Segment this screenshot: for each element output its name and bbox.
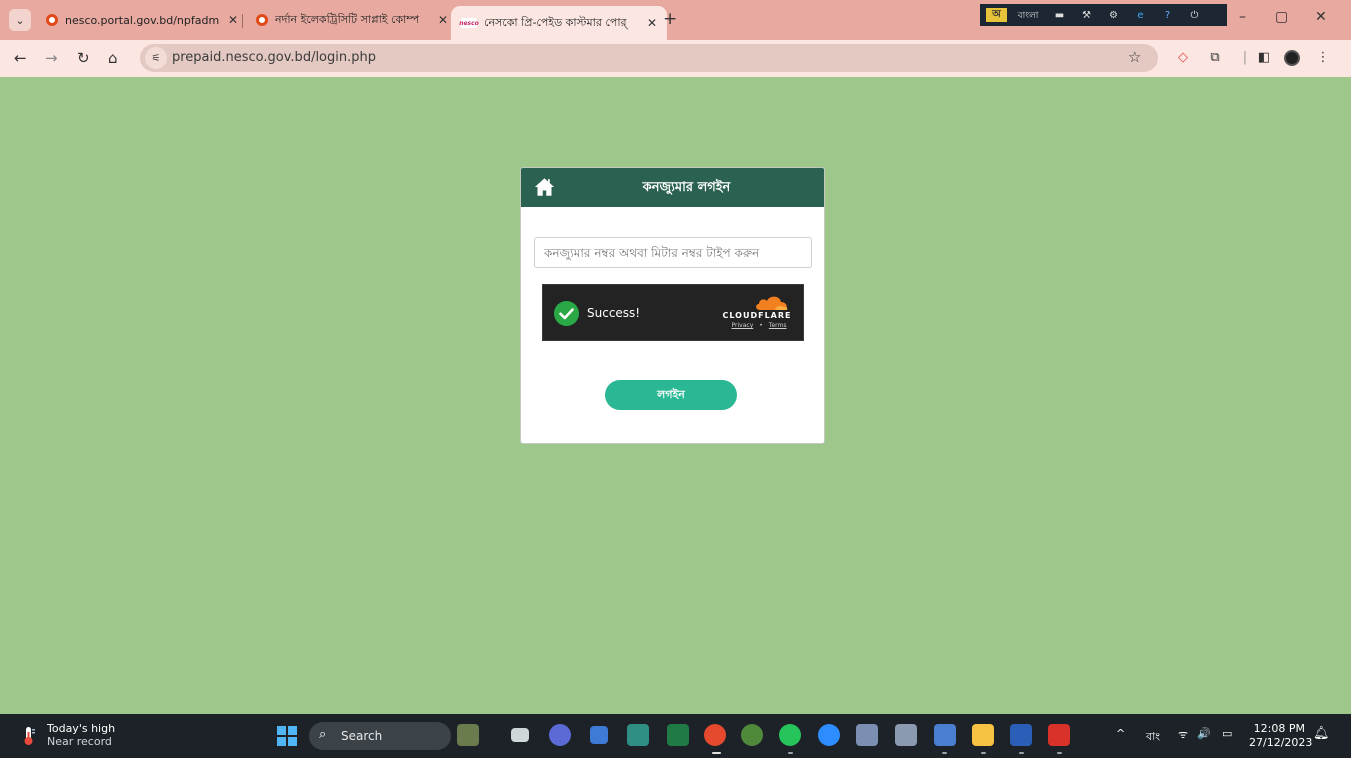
tab-northern-electricity[interactable]: নর্দান ইলেকট্রিসিটি সাপ্লাই কোম্প ✕ xyxy=(246,6,458,34)
login-card: কনজ্যুমার লগইন Success! CLOUDFLARE Priva… xyxy=(520,167,825,444)
keyboard-icon[interactable]: ▬ xyxy=(1049,8,1070,22)
weather-subtitle[interactable]: Near record xyxy=(47,735,112,748)
maximize-button[interactable]: ▢ xyxy=(1275,9,1288,25)
input-language[interactable]: বাং xyxy=(1146,728,1160,747)
snipping-tool-icon[interactable] xyxy=(856,724,878,746)
home-icon[interactable]: ⌂ xyxy=(108,49,118,67)
tab-close-icon[interactable]: ✕ xyxy=(647,16,657,30)
show-hidden-icons-chevron-icon[interactable]: ^ xyxy=(1116,727,1125,740)
back-arrow-icon[interactable]: ← xyxy=(14,49,27,67)
whatsapp-icon[interactable] xyxy=(779,724,801,746)
bookmark-star-icon[interactable]: ☆ xyxy=(1128,48,1141,66)
start-button[interactable] xyxy=(277,726,297,746)
browser-toolbar: ← → ↻ ⌂ ⚟ prepaid.nesco.gov.bd/login.php… xyxy=(0,40,1351,77)
word-icon[interactable] xyxy=(1010,724,1032,746)
task-view-icon[interactable] xyxy=(511,728,529,742)
power-icon[interactable]: ⏻ xyxy=(1184,8,1205,22)
profile-avatar[interactable] xyxy=(1284,50,1300,66)
excel-icon[interactable] xyxy=(667,724,689,746)
menu-kebab-icon[interactable]: ⋮ xyxy=(1315,49,1331,65)
network-app-icon[interactable] xyxy=(590,726,608,744)
tab-close-icon[interactable]: ✕ xyxy=(438,13,448,27)
bangla-input-icon[interactable]: অ xyxy=(986,8,1007,22)
login-card-header: কনজ্যুমার লগইন xyxy=(521,168,824,207)
cloudflare-captcha-widget[interactable]: Success! CLOUDFLARE Privacy • Terms xyxy=(542,284,804,341)
cloudflare-cloud-icon xyxy=(756,296,788,310)
file-transfer-icon[interactable] xyxy=(627,724,649,746)
opera-favicon-icon xyxy=(256,14,268,26)
search-icon: ⌕ xyxy=(319,727,327,742)
url-text[interactable]: prepaid.nesco.gov.bd/login.php xyxy=(172,50,376,65)
tab-nesco-portal[interactable]: nesco.portal.gov.bd/npfadmin/ ✕ xyxy=(36,6,248,34)
tool-icon[interactable]: ⚒ xyxy=(1076,8,1097,22)
extensions-puzzle-icon[interactable]: ⧉ xyxy=(1207,49,1223,65)
opera-favicon-icon xyxy=(46,14,58,26)
meet-chat-icon[interactable] xyxy=(549,724,571,746)
settings-icon[interactable]: ⚙ xyxy=(1103,8,1124,22)
help-icon[interactable]: ? xyxy=(1157,8,1178,22)
taskbar-search[interactable]: ⌕ Search xyxy=(309,722,451,750)
check-circle-icon xyxy=(554,301,579,326)
thermometer-icon[interactable] xyxy=(22,726,36,746)
consumer-number-input[interactable] xyxy=(534,237,812,268)
address-bar[interactable]: ⚟ prepaid.nesco.gov.bd/login.php ☆ xyxy=(140,44,1158,72)
captcha-links: Privacy • Terms xyxy=(725,322,793,329)
notification-bell-icon[interactable]: 🔔︎ xyxy=(1313,726,1330,741)
close-window-button[interactable]: ✕ xyxy=(1315,9,1327,25)
remote-desktop-icon[interactable] xyxy=(934,724,956,746)
wifi-icon[interactable]: ᯤ xyxy=(1178,727,1188,742)
copy-app-icon[interactable] xyxy=(895,724,917,746)
tab-separator xyxy=(242,14,243,28)
reload-icon[interactable]: ↻ xyxy=(77,49,90,67)
link-separator: • xyxy=(759,322,763,329)
battery-icon[interactable]: ▭ xyxy=(1222,727,1232,740)
tab-nesco-prepaid[interactable]: nesco নেসকো প্রি-পেইড কাস্টমার পোর্ ✕ xyxy=(451,6,668,40)
minimize-button[interactable]: – xyxy=(1239,9,1246,25)
volume-icon[interactable]: 🔊 xyxy=(1197,727,1211,740)
zoom-icon[interactable] xyxy=(818,724,840,746)
login-button[interactable]: লগইন xyxy=(605,380,737,410)
chevron-down-icon: ⌄ xyxy=(15,13,25,27)
cloudflare-logo-text: CLOUDFLARE xyxy=(722,311,792,320)
taskbar: Today's high Near record ⌕ Search ^ বাং … xyxy=(0,714,1351,758)
pdf-reader-icon[interactable] xyxy=(1048,724,1070,746)
terms-link[interactable]: Terms xyxy=(769,322,787,329)
tab-close-icon[interactable]: ✕ xyxy=(228,13,238,27)
tab-title: nesco.portal.gov.bd/npfadmin/ xyxy=(65,13,220,27)
captcha-status: Success! xyxy=(587,306,641,320)
forward-arrow-icon[interactable]: → xyxy=(45,49,58,67)
weather-title[interactable]: Today's high xyxy=(47,722,115,735)
privacy-link[interactable]: Privacy xyxy=(732,322,754,329)
windows-logo-icon xyxy=(277,726,286,735)
search-label: Search xyxy=(341,729,383,743)
tab-title: নেসকো প্রি-পেইড কাস্টমার পোর্ xyxy=(484,15,627,29)
clock-date[interactable]: 27/12/2023 xyxy=(1249,736,1312,749)
clock-time[interactable]: 12:08 PM xyxy=(1253,722,1305,735)
chrome-icon[interactable] xyxy=(704,724,726,746)
edge-icon[interactable]: e xyxy=(1130,8,1151,22)
login-title: কনজ্যুমার লগইন xyxy=(642,180,731,195)
nesco-favicon-icon: nesco xyxy=(459,18,479,28)
toolbar-divider: | xyxy=(1242,49,1248,65)
system-tray-overlay: অ বাংলা ▬ ⚒ ⚙ e ? ⏻ xyxy=(980,4,1227,26)
site-info-icon[interactable]: ⚟ xyxy=(145,47,167,69)
turtle-app-icon[interactable] xyxy=(741,724,763,746)
taskbar-search-highlight-icon[interactable] xyxy=(457,724,479,746)
opera-extension-icon[interactable]: ◇ xyxy=(1175,49,1191,65)
new-tab-button[interactable]: + xyxy=(663,9,677,29)
language-indicator[interactable]: বাংলা xyxy=(1013,8,1043,22)
side-panel-icon[interactable]: ◧ xyxy=(1256,49,1272,65)
tab-search-button[interactable]: ⌄ xyxy=(9,9,31,31)
tab-title: নর্দান ইলেকট্রিসিটি সাপ্লাই কোম্প xyxy=(275,12,420,26)
file-explorer-icon[interactable] xyxy=(972,724,994,746)
tab-strip: ⌄ nesco.portal.gov.bd/npfadmin/ ✕ নর্দান… xyxy=(0,0,1351,40)
